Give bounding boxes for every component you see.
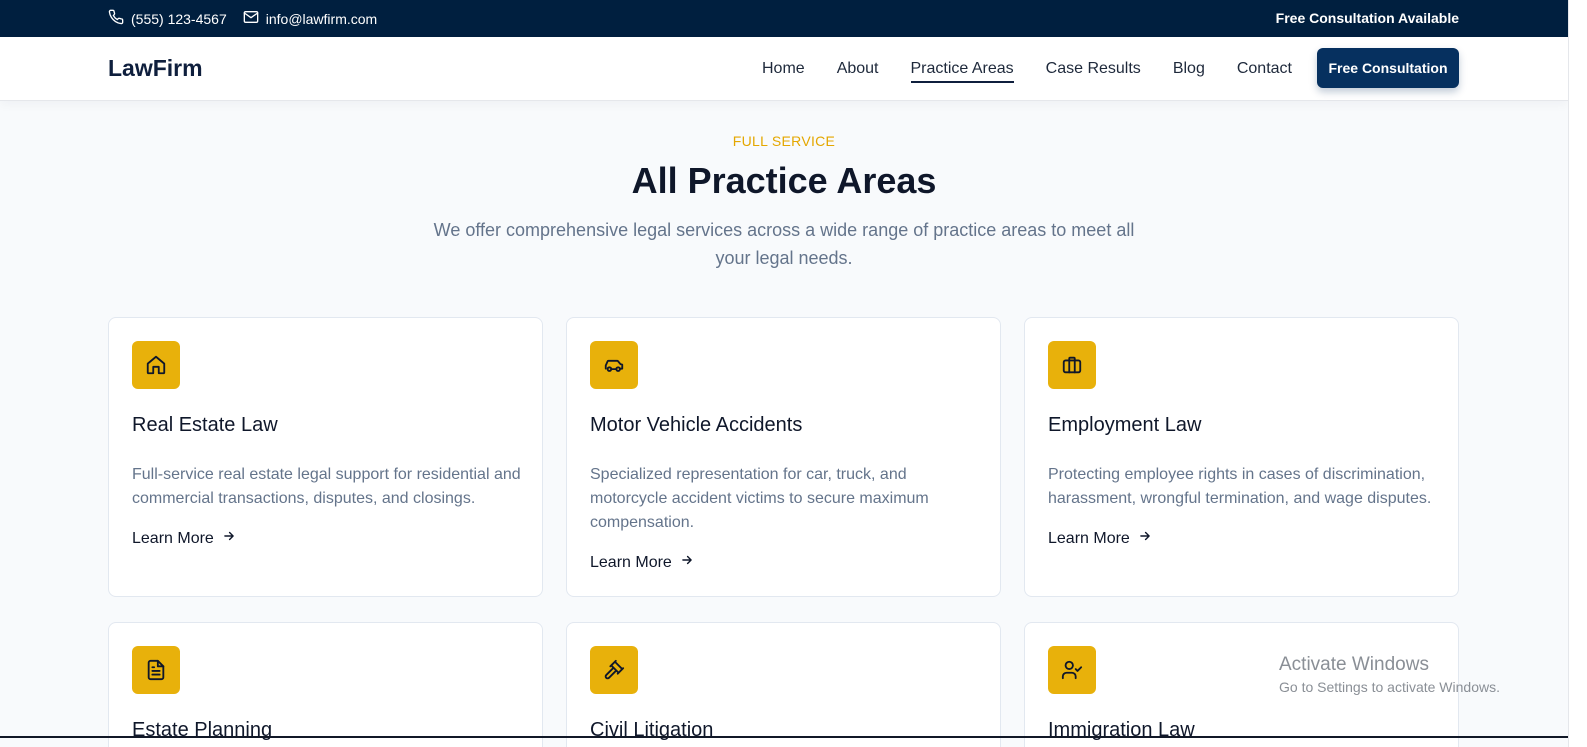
arrow-right-icon	[680, 553, 694, 572]
card-title: Estate Planning	[132, 719, 273, 741]
practice-card-employment: Employment Law Protecting employee right…	[1024, 317, 1459, 597]
top-contact-bar: (555) 123-4567 info@lawfirm.com Free Con…	[0, 0, 1568, 37]
arrow-right-icon	[222, 529, 236, 548]
card-title: Real Estate Law	[132, 414, 278, 436]
email-link[interactable]: info@lawfirm.com	[243, 9, 377, 28]
home-icon	[132, 341, 180, 389]
learn-more-label: Learn More	[1048, 529, 1130, 547]
nav-link-home[interactable]: Home	[762, 60, 805, 78]
mail-icon	[243, 9, 259, 28]
nav-link-contact[interactable]: Contact	[1237, 60, 1292, 78]
card-description: Full-service real estate legal support f…	[132, 466, 521, 507]
card-description: Protecting employee rights in cases of d…	[1048, 466, 1432, 507]
document-icon	[132, 646, 180, 694]
nav-links: Home About Practice Areas Case Results B…	[762, 37, 1324, 101]
site-logo[interactable]: LawFirm	[108, 55, 203, 82]
user-check-icon	[1048, 646, 1096, 694]
learn-more-label: Learn More	[132, 529, 214, 547]
practice-card-civil-litigation: Civil Litigation	[566, 622, 1001, 747]
scrollbar[interactable]	[1568, 0, 1587, 747]
gavel-icon	[590, 646, 638, 694]
watermark-title: Activate Windows	[1279, 654, 1429, 675]
card-description: Specialized representation for car, truc…	[590, 466, 929, 531]
nav-link-blog[interactable]: Blog	[1173, 60, 1205, 78]
learn-more-link[interactable]: Learn More	[590, 553, 694, 572]
practice-card-real-estate: Real Estate Law Full-service real estate…	[108, 317, 543, 597]
main-navbar: LawFirm Home About Practice Areas Case R…	[0, 37, 1568, 101]
contact-info: (555) 123-4567 info@lawfirm.com	[108, 0, 377, 37]
card-title: Immigration Law	[1048, 719, 1195, 741]
bottom-divider	[0, 736, 1568, 738]
learn-more-link[interactable]: Learn More	[132, 529, 236, 548]
car-icon	[590, 341, 638, 389]
windows-activation-watermark: Activate Windows Go to Settings to activ…	[1279, 654, 1500, 695]
practice-card-estate-planning: Estate Planning	[108, 622, 543, 747]
free-consultation-button[interactable]: Free Consultation	[1317, 48, 1459, 88]
learn-more-link[interactable]: Learn More	[1048, 529, 1152, 548]
email-address: info@lawfirm.com	[265, 10, 378, 27]
watermark-subtitle: Go to Settings to activate Windows.	[1279, 679, 1500, 695]
section-eyebrow: FULL SERVICE	[732, 133, 836, 149]
phone-icon	[108, 9, 124, 28]
section-subtitle: We offer comprehensive legal services ac…	[433, 220, 1135, 268]
card-title: Employment Law	[1048, 414, 1202, 436]
phone-number: (555) 123-4567	[131, 10, 227, 27]
nav-link-practice-areas[interactable]: Practice Areas	[910, 60, 1014, 83]
card-title: Civil Litigation	[590, 719, 714, 741]
practice-card-motor-vehicle: Motor Vehicle Accidents Specialized repr…	[566, 317, 1001, 597]
phone-link[interactable]: (555) 123-4567	[108, 9, 227, 28]
nav-link-case-results[interactable]: Case Results	[1046, 60, 1141, 78]
arrow-right-icon	[1138, 529, 1152, 548]
page-title: All Practice Areas	[631, 160, 937, 201]
nav-link-about[interactable]: About	[837, 60, 879, 78]
learn-more-label: Learn More	[590, 553, 672, 571]
briefcase-icon	[1048, 341, 1096, 389]
card-title: Motor Vehicle Accidents	[590, 414, 803, 436]
consultation-notice: Free Consultation Available	[1275, 10, 1459, 26]
